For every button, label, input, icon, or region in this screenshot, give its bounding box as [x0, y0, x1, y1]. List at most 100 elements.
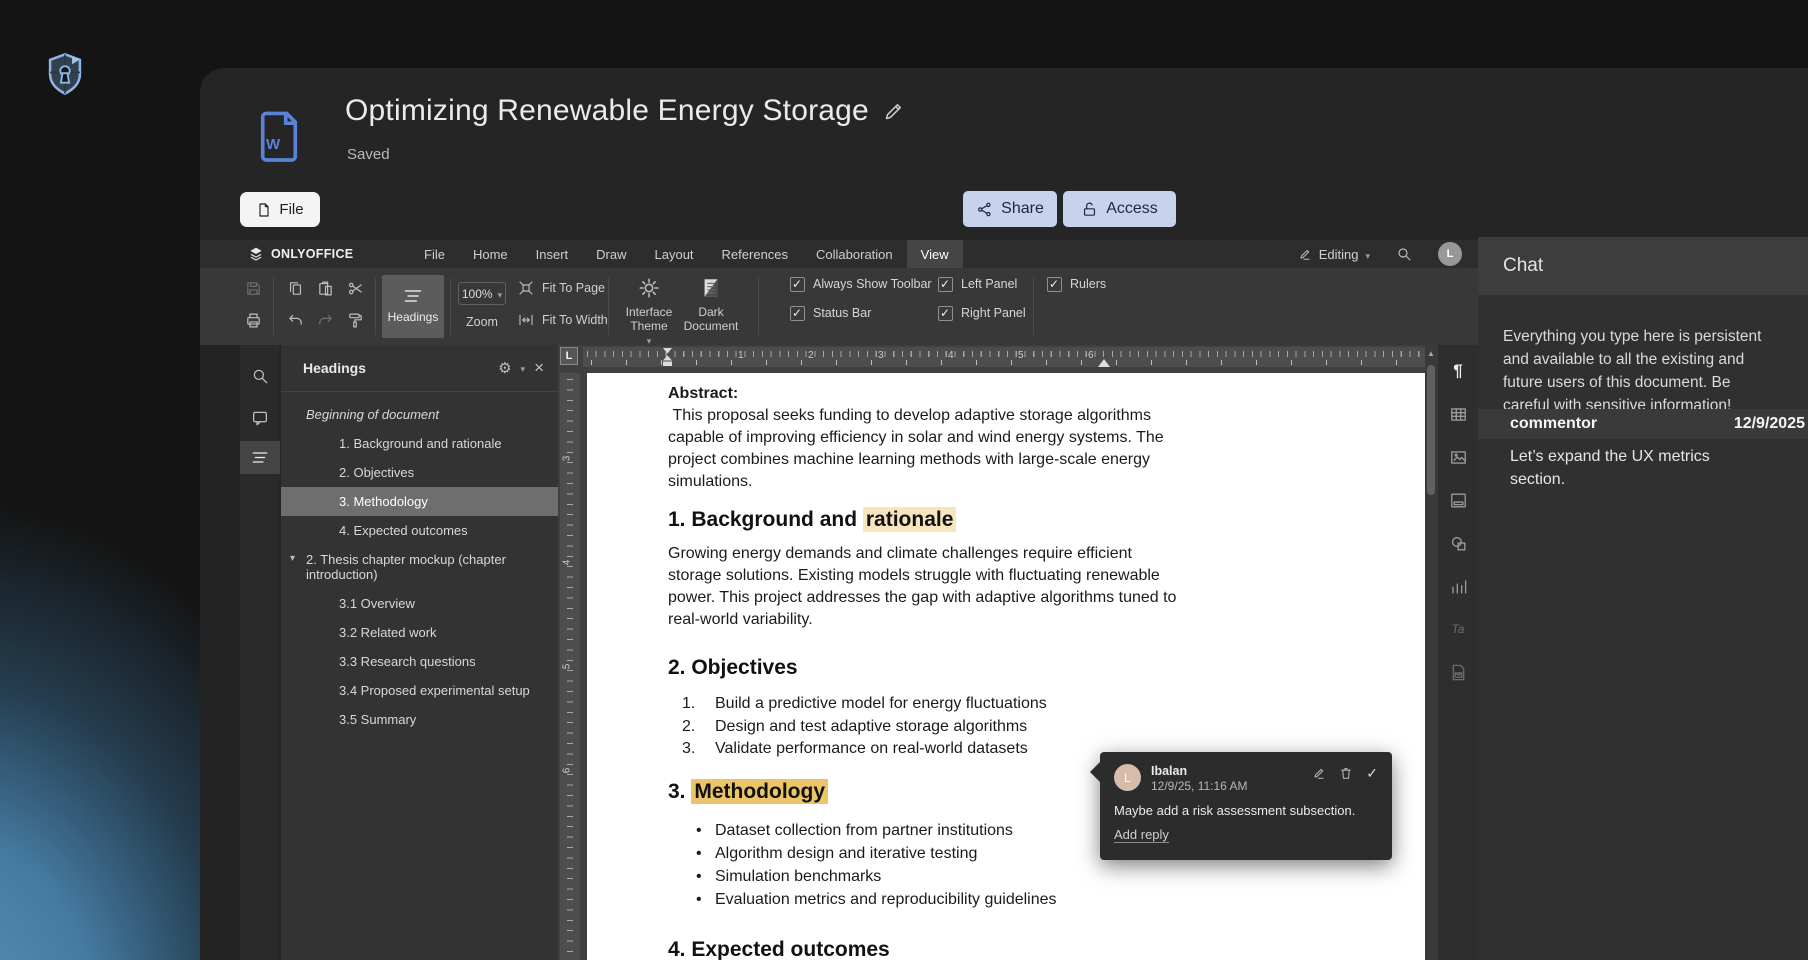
zoom-dropdown[interactable]: 100% — [458, 282, 506, 305]
document-title[interactable]: Optimizing Renewable Energy Storage — [345, 94, 869, 128]
rename-pencil-icon[interactable] — [883, 101, 904, 122]
copy-icon[interactable] — [283, 276, 307, 300]
view-option-checkbox[interactable]: Rulers — [1047, 277, 1106, 292]
open-lock-icon — [1081, 201, 1098, 218]
add-reply-link[interactable]: Add reply — [1114, 827, 1169, 843]
chevron-down-icon[interactable] — [521, 359, 526, 377]
table-settings-icon[interactable] — [1448, 404, 1468, 424]
document-scrollbar[interactable] — [1425, 345, 1438, 960]
brand: ONLYOFFICE — [200, 240, 410, 268]
cut-icon[interactable] — [343, 276, 367, 300]
headings-panel-title: Headings — [303, 360, 366, 376]
image-settings-icon[interactable] — [1448, 447, 1468, 467]
editing-mode-dropdown[interactable]: Editing — [1298, 247, 1370, 262]
heading-item[interactable]: 4. Expected outcomes — [281, 516, 558, 545]
menu-tab[interactable]: Collaboration — [802, 240, 907, 268]
view-option-checkbox[interactable]: Right Panel — [938, 306, 1026, 321]
comments-icon[interactable] — [240, 401, 280, 435]
view-option-checkbox[interactable]: Always Show Toolbar — [790, 277, 932, 292]
section-2-heading: 2. Objectives — [668, 655, 1182, 681]
dark-document-button[interactable]: Dark Document — [678, 277, 744, 333]
share-button[interactable]: Share — [963, 191, 1057, 227]
ruler-number: 4 — [948, 350, 954, 361]
user-avatar[interactable]: L — [1438, 242, 1462, 266]
access-button[interactable]: Access — [1063, 191, 1176, 227]
format-painter-icon[interactable] — [343, 308, 367, 332]
ruler-number: 1 — [738, 350, 744, 361]
abstract-paragraph: This proposal seeks funding to develop a… — [668, 405, 1182, 493]
view-toolbar: Headings 100% Zoom Fit To Page Fit To Wi… — [200, 268, 1478, 345]
fit-to-page-button[interactable]: Fit To Page — [518, 280, 605, 296]
heading-item[interactable]: 3.4 Proposed experimental setup — [281, 676, 558, 705]
close-icon[interactable]: × — [534, 358, 544, 378]
chat-message-text: Let’s expand the UX metrics section. — [1510, 445, 1762, 491]
interface-theme-button[interactable]: Interface Theme — [618, 277, 680, 348]
tab-stop-selector[interactable]: L — [560, 347, 578, 365]
redo-icon[interactable] — [313, 308, 337, 332]
print-icon[interactable] — [241, 308, 265, 332]
header-footer-settings-icon[interactable] — [1448, 490, 1468, 510]
section-4-heading: 4. Expected outcomes — [668, 937, 1182, 960]
heading-item[interactable]: 2. Objectives — [281, 458, 558, 487]
view-option-group-3: Rulers — [1047, 277, 1106, 298]
ruler-number: 4 — [561, 560, 572, 566]
menu-tab[interactable]: Insert — [522, 240, 583, 268]
scrollbar-thumb[interactable] — [1427, 365, 1435, 495]
heading-item[interactable]: 3. Methodology — [281, 487, 558, 516]
right-indent-marker[interactable] — [1098, 359, 1110, 367]
vertical-ruler[interactable]: 3456 — [560, 373, 580, 960]
search-icon[interactable] — [240, 359, 280, 393]
view-option-checkbox[interactable]: Status Bar — [790, 306, 932, 321]
comment-author: Ibalan — [1151, 764, 1248, 778]
dark-document-label: Dark Document — [678, 305, 744, 333]
menu-tab[interactable]: Layout — [641, 240, 708, 268]
zoom-value: 100% — [462, 287, 493, 301]
menu-tab[interactable]: Home — [459, 240, 522, 268]
file-button[interactable]: File — [240, 192, 320, 227]
document-page[interactable]: Abstract: This proposal seeks funding to… — [587, 373, 1426, 960]
heading-item[interactable]: 3.1 Overview — [281, 589, 558, 618]
editing-pencil-icon — [1298, 247, 1312, 261]
fit-to-width-button[interactable]: Fit To Width — [518, 312, 608, 328]
headings-list: Beginning of document1. Background and r… — [281, 400, 558, 734]
save-icon[interactable] — [241, 276, 265, 300]
menu-tab[interactable]: View — [907, 240, 963, 268]
abstract-heading: Abstract: — [668, 383, 1182, 405]
heading-item[interactable]: 3.2 Related work — [281, 618, 558, 647]
onlyoffice-logo-icon — [248, 246, 264, 262]
editing-mode-label: Editing — [1319, 247, 1359, 262]
heading-item[interactable]: 1. Background and rationale — [281, 429, 558, 458]
headings-button-label: Headings — [388, 310, 439, 324]
paste-icon[interactable] — [313, 276, 337, 300]
paragraph-settings-icon[interactable]: ¶ — [1448, 361, 1468, 381]
undo-icon[interactable] — [283, 308, 307, 332]
mail-merge-settings-icon[interactable] — [1448, 662, 1468, 682]
indent-marker[interactable] — [662, 347, 673, 367]
gear-icon[interactable]: ⚙ — [498, 359, 511, 377]
delete-comment-icon[interactable] — [1339, 766, 1353, 780]
editor-window: W Optimizing Renewable Energy Storage Sa… — [200, 68, 1808, 960]
search-icon[interactable] — [1396, 246, 1412, 262]
menu-tabs: FileHomeInsertDrawLayoutReferencesCollab… — [410, 240, 963, 268]
headings-navigation-icon[interactable] — [240, 441, 280, 474]
menu-tab[interactable]: Draw — [582, 240, 640, 268]
chat-message-author: commentor — [1510, 415, 1597, 433]
menu-tab[interactable]: File — [410, 240, 459, 268]
menu-tab[interactable]: References — [708, 240, 802, 268]
view-option-checkbox[interactable]: Left Panel — [938, 277, 1026, 292]
headings-panel-toggle-button[interactable]: Headings — [382, 275, 444, 338]
heading-item[interactable]: 2. Thesis chapter mockup (chapter introd… — [281, 545, 558, 589]
shape-settings-icon[interactable] — [1448, 533, 1468, 553]
horizontal-ruler[interactable]: 123456 — [583, 347, 1425, 367]
chat-persistence-notice: Everything you type here is persistent a… — [1503, 325, 1763, 417]
heading-item[interactable]: Beginning of document — [281, 400, 558, 429]
chevron-down-icon — [498, 287, 503, 301]
text-art-settings-icon[interactable]: Ta — [1448, 619, 1468, 639]
heading-item[interactable]: 3.5 Summary — [281, 705, 558, 734]
heading-item[interactable]: 3.3 Research questions — [281, 647, 558, 676]
fit-to-page-icon — [518, 280, 534, 296]
chart-settings-icon[interactable] — [1448, 576, 1468, 596]
resolve-comment-icon[interactable]: ✓ — [1366, 766, 1378, 780]
objectives-list: Build a predictive model for energy fluc… — [668, 693, 1182, 761]
edit-comment-icon[interactable] — [1312, 766, 1326, 780]
